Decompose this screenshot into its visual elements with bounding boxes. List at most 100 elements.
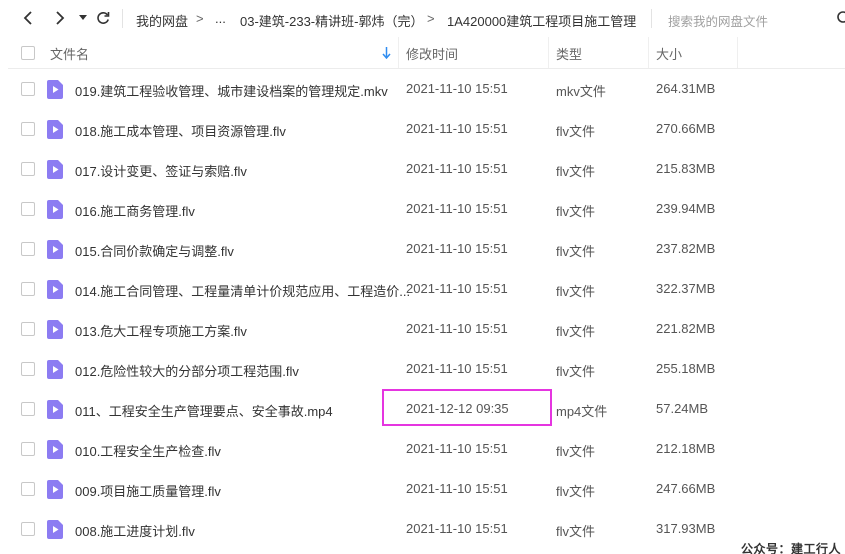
file-size: 247.66MB <box>656 481 716 496</box>
row-checkbox[interactable] <box>21 322 35 336</box>
file-type: flv文件 <box>556 484 596 499</box>
file-type: flv文件 <box>556 444 596 459</box>
file-size: 212.18MB <box>656 441 716 456</box>
file-modified: 2021-11-10 15:51 <box>406 481 508 496</box>
file-size: 215.83MB <box>656 161 716 176</box>
file-row[interactable]: 015.合同价款确定与调整.flv 2021-11-10 15:51 flv文件… <box>8 229 845 269</box>
file-row[interactable]: 017.设计变更、签证与索赔.flv 2021-11-10 15:51 flv文… <box>8 149 845 189</box>
row-checkbox[interactable] <box>21 202 35 216</box>
video-file-icon <box>47 320 63 339</box>
toolbar-divider <box>122 9 123 28</box>
file-row[interactable]: 014.施工合同管理、工程量清单计价规范应用、工程造价... 2021-11-1… <box>8 269 845 309</box>
breadcrumb-separator: > <box>196 11 204 26</box>
row-checkbox[interactable] <box>21 162 35 176</box>
breadcrumb-root[interactable]: 我的网盘 <box>136 11 188 30</box>
file-name[interactable]: 017.设计变更、签证与索赔.flv <box>75 161 247 180</box>
arrow-down-icon[interactable] <box>382 47 391 59</box>
forward-button[interactable] <box>50 9 68 27</box>
file-name[interactable]: 009.项目施工质量管理.flv <box>75 481 221 500</box>
refresh-icon <box>97 12 110 24</box>
video-file-icon <box>47 120 63 139</box>
toolbar: 我的网盘 > ... 03-建筑-233-精讲班-郭炜（完） > 1A42000… <box>0 0 845 37</box>
file-name[interactable]: 015.合同价款确定与调整.flv <box>75 241 234 260</box>
file-name[interactable]: 010.工程安全生产检查.flv <box>75 441 221 460</box>
file-name[interactable]: 016.施工商务管理.flv <box>75 201 195 220</box>
search-icon[interactable] <box>836 10 845 26</box>
file-type: flv文件 <box>556 164 596 179</box>
column-header-name-label: 文件名 <box>50 46 90 62</box>
file-type: mp4文件 <box>556 404 608 419</box>
file-row[interactable]: 018.施工成本管理、项目资源管理.flv 2021-11-10 15:51 f… <box>8 109 845 149</box>
video-file-icon <box>47 200 63 219</box>
file-row[interactable]: 012.危险性较大的分部分项工程范围.flv 2021-11-10 15:51 … <box>8 349 845 389</box>
file-type: flv文件 <box>556 244 596 259</box>
file-size: 264.31MB <box>656 81 716 96</box>
row-checkbox[interactable] <box>21 522 35 536</box>
breadcrumb-current[interactable]: 1A420000建筑工程项目施工管理 <box>447 11 636 30</box>
column-header-type-label: 类型 <box>556 46 583 62</box>
refresh-button[interactable] <box>94 9 112 27</box>
row-checkbox[interactable] <box>21 82 35 96</box>
column-header-size[interactable]: 大小 <box>656 37 682 69</box>
file-modified: 2021-11-10 15:51 <box>406 321 508 336</box>
row-checkbox[interactable] <box>21 242 35 256</box>
file-modified: 2021-11-10 15:51 <box>406 281 508 296</box>
file-type: flv文件 <box>556 524 596 539</box>
file-name[interactable]: 019.建筑工程验收管理、城市建设档案的管理规定.mkv <box>75 81 388 100</box>
video-file-icon <box>47 360 63 379</box>
file-modified: 2021-11-10 15:51 <box>406 81 508 96</box>
chevron-left-icon <box>23 11 32 25</box>
row-checkbox[interactable] <box>21 362 35 376</box>
file-row[interactable]: 016.施工商务管理.flv 2021-11-10 15:51 flv文件 23… <box>8 189 845 229</box>
file-size: 57.24MB <box>656 401 709 416</box>
file-row[interactable]: 008.施工进度计划.flv 2021-11-10 15:51 flv文件 31… <box>8 509 845 549</box>
column-divider <box>548 37 549 68</box>
file-size: 270.66MB <box>656 121 716 136</box>
row-checkbox[interactable] <box>21 482 35 496</box>
breadcrumb-ellipsis[interactable]: ... <box>215 11 226 26</box>
history-dropdown-button[interactable] <box>74 9 92 27</box>
file-modified: 2021-11-10 15:51 <box>406 161 508 176</box>
video-file-icon <box>47 280 63 299</box>
breadcrumb-folder[interactable]: 03-建筑-233-精讲班-郭炜（完） <box>240 11 423 30</box>
file-modified: 2021-11-10 15:51 <box>406 441 508 456</box>
file-list-header: 文件名 修改时间 类型 大小 <box>8 37 845 69</box>
breadcrumb-separator: > <box>427 11 435 26</box>
column-header-name[interactable]: 文件名 <box>50 37 89 69</box>
watermark: 公众号：建工行人 <box>741 542 842 554</box>
video-file-icon <box>47 400 63 419</box>
file-name[interactable]: 012.危险性较大的分部分项工程范围.flv <box>75 361 299 380</box>
highlight-box <box>382 389 552 426</box>
file-type: flv文件 <box>556 324 596 339</box>
file-modified: 2021-11-10 15:51 <box>406 121 508 136</box>
chevron-right-icon <box>56 11 65 25</box>
file-type: flv文件 <box>556 364 596 379</box>
column-header-modified-label: 修改时间 <box>406 46 459 62</box>
file-size: 317.93MB <box>656 521 716 536</box>
search-input[interactable]: 搜索我的网盘文件 <box>668 11 768 30</box>
video-file-icon <box>47 520 63 539</box>
caret-down-icon <box>79 15 87 20</box>
file-name[interactable]: 018.施工成本管理、项目资源管理.flv <box>75 121 286 140</box>
row-checkbox[interactable] <box>21 282 35 296</box>
file-name[interactable]: 014.施工合同管理、工程量清单计价规范应用、工程造价... <box>75 281 410 300</box>
row-checkbox[interactable] <box>21 402 35 416</box>
file-name[interactable]: 011、工程安全生产管理要点、安全事故.mp4 <box>75 401 333 420</box>
video-file-icon <box>47 440 63 459</box>
file-name[interactable]: 008.施工进度计划.flv <box>75 521 195 540</box>
file-row[interactable]: 010.工程安全生产检查.flv 2021-11-10 15:51 flv文件 … <box>8 429 845 469</box>
file-row[interactable]: 019.建筑工程验收管理、城市建设档案的管理规定.mkv 2021-11-10 … <box>8 69 845 109</box>
toolbar-divider <box>651 9 652 28</box>
file-name[interactable]: 013.危大工程专项施工方案.flv <box>75 321 247 340</box>
column-header-type[interactable]: 类型 <box>556 37 582 69</box>
column-header-modified[interactable]: 修改时间 <box>406 37 458 69</box>
file-modified: 2021-11-10 15:51 <box>406 241 508 256</box>
file-size: 239.94MB <box>656 201 716 216</box>
row-checkbox[interactable] <box>21 442 35 456</box>
file-row[interactable]: 009.项目施工质量管理.flv 2021-11-10 15:51 flv文件 … <box>8 469 845 509</box>
video-file-icon <box>47 240 63 259</box>
row-checkbox[interactable] <box>21 122 35 136</box>
select-all-checkbox[interactable] <box>21 46 35 60</box>
back-button[interactable] <box>20 9 38 27</box>
file-row[interactable]: 013.危大工程专项施工方案.flv 2021-11-10 15:51 flv文… <box>8 309 845 349</box>
